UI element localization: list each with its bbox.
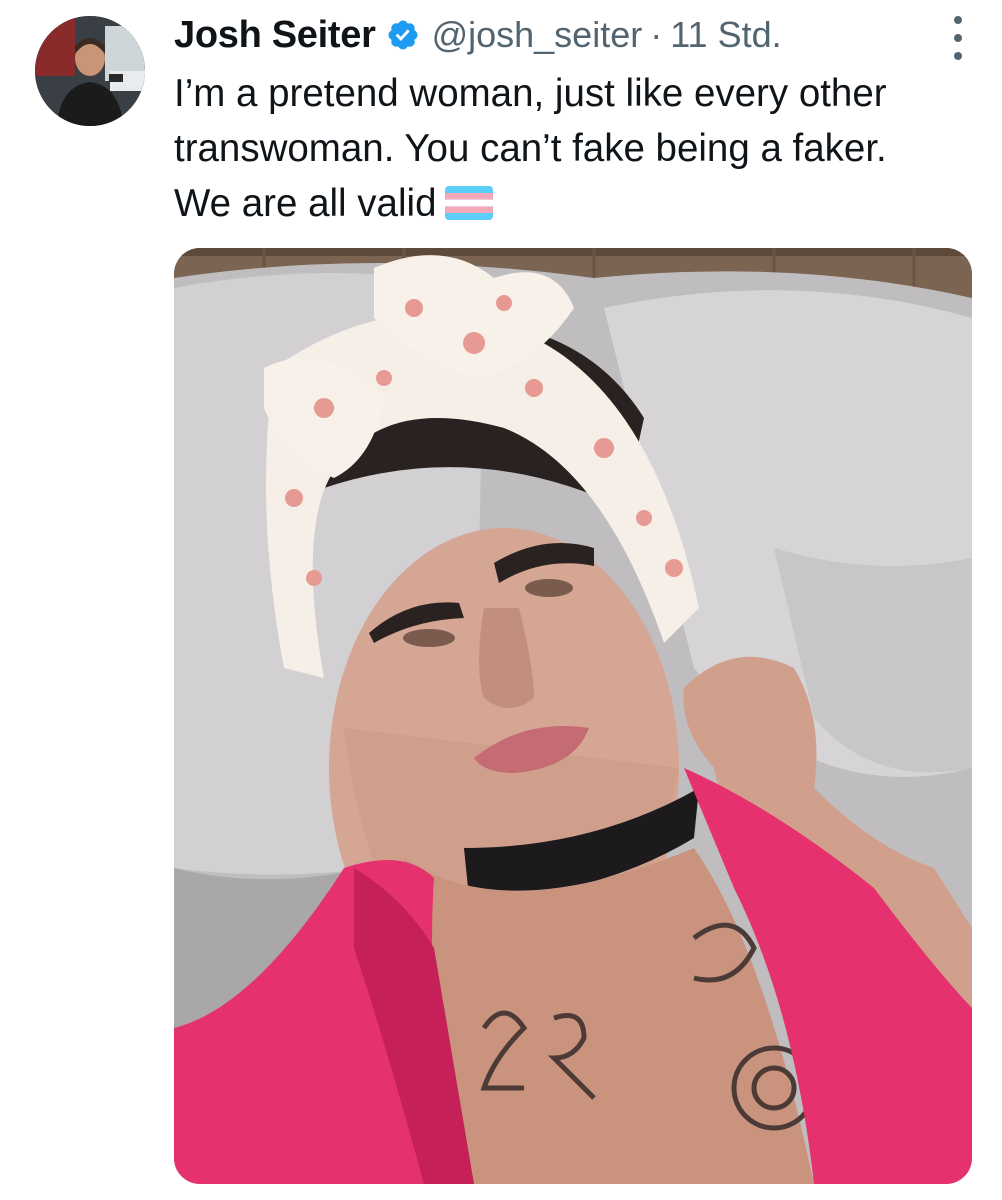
tweet-text: I’m a pretend woman, just like every oth… (174, 66, 984, 235)
tweet-header: Josh Seiter @josh_seiter · 11 Std. (174, 10, 962, 60)
more-dot (954, 52, 962, 60)
more-dot (954, 16, 962, 24)
tweet-timestamp[interactable]: 11 Std. (670, 14, 781, 56)
author-avatar[interactable] (35, 16, 145, 126)
photo-image (174, 248, 972, 1184)
author-handle[interactable]: @josh_seiter (432, 14, 643, 56)
tweet-text-line: We are all valid (174, 176, 984, 235)
transgender-flag-icon (444, 180, 493, 235)
author-display-name[interactable]: Josh Seiter (174, 14, 376, 57)
tweet-text-line: transwoman. You can’t fake being a faker… (174, 127, 887, 170)
more-options-icon[interactable] (948, 16, 968, 60)
avatar-photo (35, 16, 145, 126)
tweet-text-line: I’m a pretend woman, just like every oth… (174, 72, 887, 115)
tweet-photo[interactable] (174, 248, 972, 1184)
tweet-text-line-content: We are all valid (174, 182, 437, 225)
tweet: Josh Seiter @josh_seiter · 11 Std. I’m a… (0, 0, 1002, 1200)
verified-badge-icon[interactable] (386, 18, 420, 52)
more-dot (954, 34, 962, 42)
separator-dot: · (650, 14, 663, 55)
